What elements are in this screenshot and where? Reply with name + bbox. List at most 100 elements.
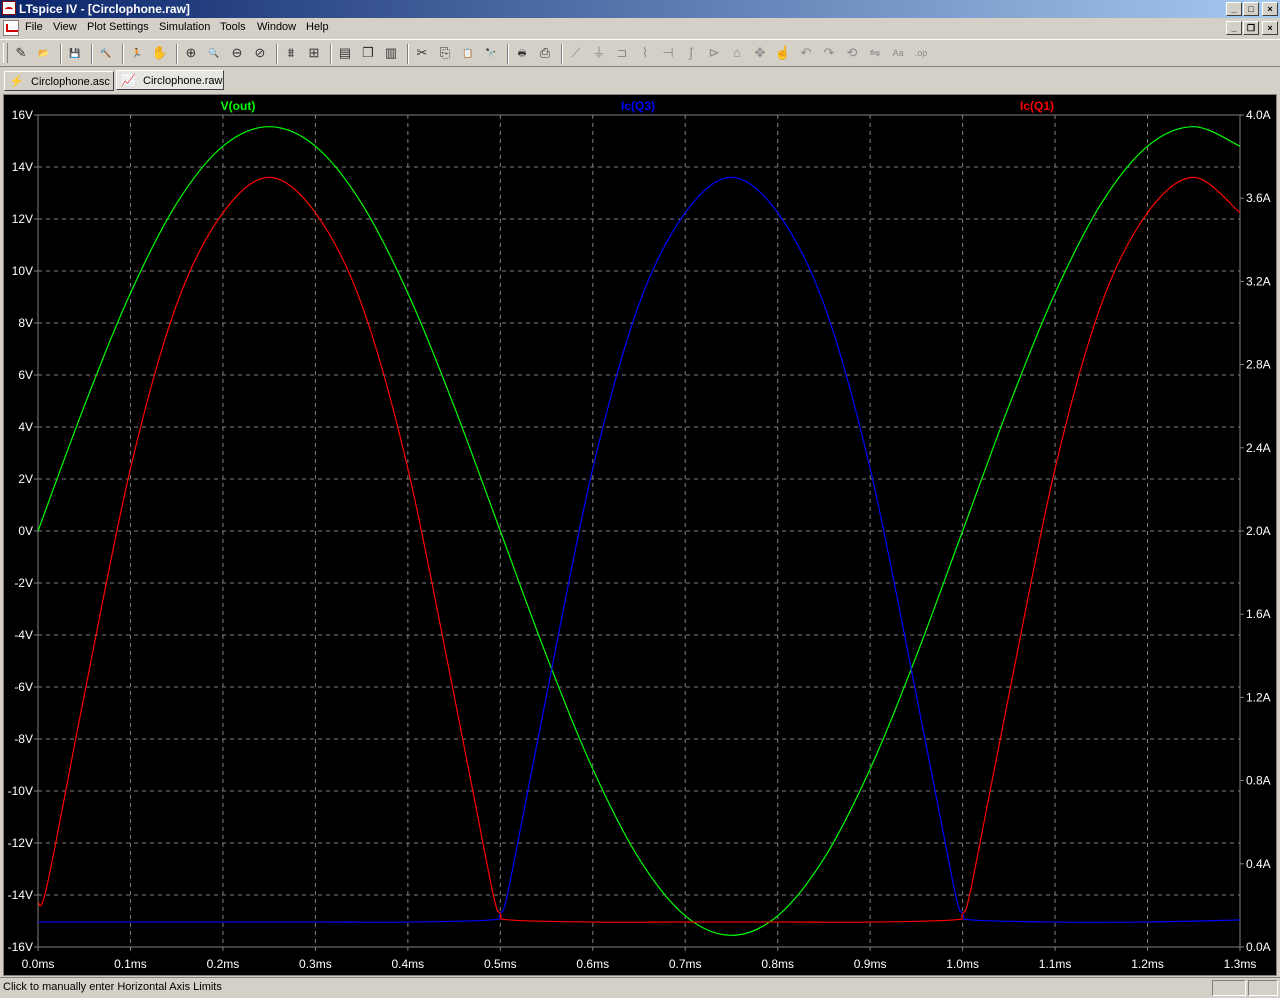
inductor-icon[interactable]: ∫ bbox=[682, 44, 700, 62]
save-icon[interactable]: 💾 bbox=[66, 44, 84, 62]
close-button[interactable]: × bbox=[1262, 2, 1278, 16]
label-icon[interactable]: ⊐ bbox=[613, 44, 631, 62]
toolbar-separator bbox=[91, 44, 93, 64]
undo-icon[interactable]: ↶ bbox=[797, 44, 815, 62]
waveform-icon: 📈 bbox=[121, 73, 136, 87]
y-left-tick-label: 10V bbox=[12, 264, 33, 278]
drag-icon[interactable]: ☝ bbox=[774, 44, 792, 62]
spice-directive-icon[interactable]: .op bbox=[912, 44, 930, 62]
schematic-icon: ⚡ bbox=[9, 74, 24, 88]
menu-bar: File View Plot Settings Simulation Tools… bbox=[0, 18, 1280, 38]
y-left-tick-label: 12V bbox=[12, 212, 33, 226]
toolbar-separator bbox=[276, 44, 278, 64]
document-icon[interactable] bbox=[3, 20, 19, 36]
resistor-icon[interactable]: ⌇ bbox=[636, 44, 654, 62]
tab-circlophone-raw[interactable]: 📈 Circlophone.raw bbox=[116, 70, 224, 90]
menu-window[interactable]: Window bbox=[257, 21, 296, 33]
paste-icon[interactable]: 📋 bbox=[459, 44, 477, 62]
y-left-tick-label: -4V bbox=[14, 628, 33, 642]
x-tick-label: 0.4ms bbox=[392, 957, 425, 971]
child-minimize-button[interactable]: _ bbox=[1226, 21, 1242, 35]
y-right-tick-label: 1.2A bbox=[1246, 690, 1271, 704]
y-left-tick-label: 0V bbox=[18, 524, 33, 538]
status-panel bbox=[1248, 980, 1278, 996]
new-schematic-icon[interactable]: ✎ bbox=[12, 44, 30, 62]
y-right-tick-label: 2.0A bbox=[1246, 524, 1271, 538]
y-right-tick-label: 0.0A bbox=[1246, 940, 1271, 954]
tab-label: Circlophone.asc bbox=[31, 76, 110, 88]
y-left-tick-label: 16V bbox=[12, 108, 33, 122]
open-icon[interactable]: 📂 bbox=[35, 44, 53, 62]
capacitor-icon[interactable]: ⊣ bbox=[659, 44, 677, 62]
toolbar-grip[interactable] bbox=[3, 43, 8, 63]
zoom-fit-icon[interactable]: ⊖ bbox=[228, 44, 246, 62]
fit-icon[interactable]: ⊞ bbox=[305, 44, 323, 62]
x-tick-label: 0.6ms bbox=[576, 957, 609, 971]
tile-horizontal-icon[interactable]: ▤ bbox=[336, 44, 354, 62]
trace-label-v-out: V(out) bbox=[221, 99, 256, 113]
y-left-tick-label: 14V bbox=[12, 160, 33, 174]
waveform-plot[interactable]: 0.0ms 0.1ms 0.2ms 0.3ms 0.4ms 0.5ms 0.6ms 0.7ms… bbox=[4, 95, 1276, 975]
toolbar-separator bbox=[122, 44, 124, 64]
control-panel-icon[interactable]: 🔨 bbox=[97, 44, 115, 62]
x-tick-label: 0.0ms bbox=[22, 957, 55, 971]
title-bar: LTspice IV - [Circlophone.raw] _ □ × bbox=[0, 0, 1280, 18]
child-restore-button[interactable]: ❐ bbox=[1243, 21, 1259, 35]
x-tick-label: 0.5ms bbox=[484, 957, 517, 971]
waveform-viewer[interactable]: 0.0ms 0.1ms 0.2ms 0.3ms 0.4ms 0.5ms 0.6ms 0.7ms… bbox=[3, 94, 1277, 976]
menu-tools[interactable]: Tools bbox=[220, 21, 246, 33]
menu-simulation[interactable]: Simulation bbox=[159, 21, 210, 33]
halt-icon[interactable]: ✋ bbox=[151, 44, 169, 62]
minimize-button[interactable]: _ bbox=[1226, 2, 1242, 16]
y-left-tick-label: 6V bbox=[18, 368, 33, 382]
autorange-icon[interactable]: ⩩ bbox=[282, 44, 300, 62]
toolbar-separator bbox=[60, 44, 62, 64]
print-setup-icon[interactable]: 🖶 bbox=[513, 44, 531, 62]
menu-view[interactable]: View bbox=[53, 21, 77, 33]
wire-icon[interactable]: ⟋ bbox=[567, 44, 585, 62]
copy-icon[interactable]: ⎘ bbox=[436, 44, 454, 62]
zoom-out-icon[interactable]: 🔍 bbox=[205, 44, 223, 62]
mirror-icon[interactable]: ⇋ bbox=[866, 44, 884, 62]
cascade-icon[interactable]: ❐ bbox=[359, 44, 377, 62]
tab-circlophone-asc[interactable]: ⚡ Circlophone.asc bbox=[4, 71, 114, 91]
window-title: LTspice IV - [Circlophone.raw] bbox=[19, 2, 190, 16]
toolbar-separator bbox=[330, 44, 332, 64]
menu-file[interactable]: File bbox=[25, 21, 43, 33]
zoom-cancel-icon[interactable]: ⊘ bbox=[251, 44, 269, 62]
maximize-button[interactable]: □ bbox=[1243, 2, 1259, 16]
redo-icon[interactable]: ↷ bbox=[820, 44, 838, 62]
ltspice-app-icon[interactable] bbox=[2, 1, 16, 15]
move-icon[interactable]: ✥ bbox=[751, 44, 769, 62]
tile-vertical-icon[interactable]: ▥ bbox=[382, 44, 400, 62]
diode-icon[interactable]: ⊳ bbox=[705, 44, 723, 62]
y-right-tick-label: 2.8A bbox=[1246, 358, 1271, 372]
y-right-tick-label: 4.0A bbox=[1246, 108, 1271, 122]
zoom-in-icon[interactable]: ⊕ bbox=[182, 44, 200, 62]
x-tick-label: 1.1ms bbox=[1039, 957, 1072, 971]
ground-icon[interactable]: ⏚ bbox=[590, 44, 608, 62]
toolbar-separator bbox=[561, 44, 563, 64]
find-icon[interactable]: 🔭 bbox=[482, 44, 500, 62]
x-tick-label: 0.1ms bbox=[114, 957, 147, 971]
text-icon[interactable]: Aa bbox=[889, 44, 907, 62]
child-close-button[interactable]: × bbox=[1262, 21, 1278, 35]
component-icon[interactable]: ⌂ bbox=[728, 44, 746, 62]
x-tick-label: 0.8ms bbox=[761, 957, 794, 971]
cut-icon[interactable]: ✂ bbox=[413, 44, 431, 62]
menu-plot-settings[interactable]: Plot Settings bbox=[87, 21, 149, 33]
toolbar-separator bbox=[176, 44, 178, 64]
run-icon[interactable]: 🏃 bbox=[128, 44, 146, 62]
menu-help[interactable]: Help bbox=[306, 21, 329, 33]
tab-label: Circlophone.raw bbox=[143, 75, 223, 87]
y-left-tick-label: 8V bbox=[18, 316, 33, 330]
x-tick-label: 0.7ms bbox=[669, 957, 702, 971]
print-icon[interactable]: ⎙ bbox=[536, 44, 554, 62]
y-left-tick-label: -2V bbox=[14, 576, 33, 590]
y-left-tick-label: 2V bbox=[18, 472, 33, 486]
toolbar-separator bbox=[507, 44, 509, 64]
rotate-icon[interactable]: ⟲ bbox=[843, 44, 861, 62]
y-left-tick-label: -12V bbox=[8, 836, 33, 850]
y-left-tick-label: -6V bbox=[14, 680, 33, 694]
x-tick-label: 1.3ms bbox=[1224, 957, 1257, 971]
